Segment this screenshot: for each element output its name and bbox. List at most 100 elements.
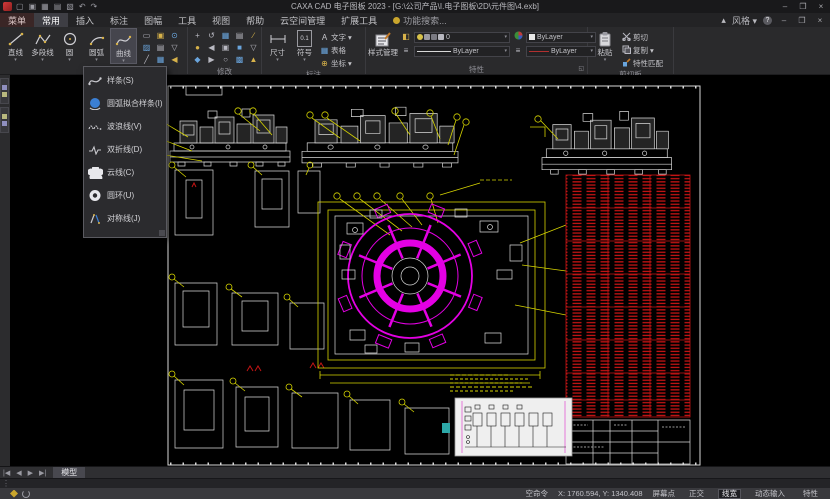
first-sheet-button[interactable]: |◀ xyxy=(0,469,13,477)
paint-format-icon[interactable]: ◧ xyxy=(401,31,411,43)
command-line-grip[interactable]: ⋮ xyxy=(0,479,9,488)
command-line[interactable]: ⋮ xyxy=(0,478,830,488)
array-icon[interactable]: ▦ xyxy=(219,30,232,42)
properties-launcher-icon[interactable]: ◱ xyxy=(578,65,584,72)
lineweight-toggle[interactable]: 线宽 xyxy=(718,489,741,499)
cut-button[interactable]: 剪切 xyxy=(620,31,665,43)
tab-ext-tools[interactable]: 扩展工具 xyxy=(333,13,385,27)
rotate-icon[interactable]: ↺ xyxy=(205,30,218,42)
tab-cloud[interactable]: 云空间管理 xyxy=(272,13,333,27)
last-sheet-button[interactable]: ▶| xyxy=(36,469,49,477)
tab-help[interactable]: 帮助 xyxy=(238,13,272,27)
match-properties-button[interactable]: 特性匹配 xyxy=(620,57,665,69)
text-tool[interactable]: A 文字▾ xyxy=(318,31,354,43)
tab-model[interactable]: 模型 xyxy=(53,467,85,478)
circle-tool[interactable]: 圆 ▾ xyxy=(56,28,83,62)
point-mode-dropdown[interactable]: 屏幕点 xyxy=(653,488,676,499)
table-tool[interactable]: ▦ 表格 xyxy=(318,44,354,56)
restore-button[interactable]: ❐ xyxy=(794,2,812,11)
menu-item-donut[interactable]: 圆环(U) xyxy=(84,184,166,207)
tab-tools[interactable]: 工具 xyxy=(170,13,204,27)
dynamic-input-toggle[interactable]: 动态输入 xyxy=(751,489,789,499)
menu-item-arc-fit-spline[interactable]: 圆弧拟合样条(I) xyxy=(84,92,166,115)
tab-view[interactable]: 视图 xyxy=(204,13,238,27)
snapshot-icon[interactable] xyxy=(10,490,18,498)
menu-resize-grip[interactable] xyxy=(159,230,165,236)
doc-close-button[interactable]: × xyxy=(814,16,826,25)
doc-restore-button[interactable]: ❐ xyxy=(796,16,808,25)
mirror-icon[interactable]: ▤ xyxy=(233,30,246,42)
scale-icon[interactable]: ▣ xyxy=(219,42,232,54)
tab-annotate[interactable]: 标注 xyxy=(102,13,136,27)
fill-icon[interactable]: ■ xyxy=(233,42,246,54)
print-icon[interactable]: ▤ xyxy=(54,2,62,11)
lineweight-combo[interactable]: ByLayer ▾ xyxy=(526,46,596,57)
break-icon[interactable]: ○ xyxy=(219,54,232,66)
block-icon[interactable]: ▣ xyxy=(154,30,167,42)
properties-toggle[interactable]: 特性 xyxy=(799,489,822,499)
menu-item-wave-line[interactable]: 波浪线(V) xyxy=(84,115,166,138)
line-tool[interactable]: 直线 ▾ xyxy=(2,28,29,62)
linetype-combo[interactable]: ByLayer ▾ xyxy=(414,46,510,57)
callout-icon[interactable]: ◀ xyxy=(168,54,181,66)
polygon-icon[interactable]: ▽ xyxy=(168,42,181,54)
ortho-toggle[interactable]: 正交 xyxy=(685,489,708,499)
menu-item-cloud-line[interactable]: 云线(C) xyxy=(84,161,166,184)
minimize-button[interactable]: – xyxy=(776,2,794,11)
offset-icon[interactable]: ● xyxy=(191,42,204,54)
undo-icon[interactable]: ↶ xyxy=(79,2,86,11)
point-icon[interactable]: ⊙ xyxy=(168,30,181,42)
erase-icon[interactable]: ▲ xyxy=(247,54,260,66)
move-icon[interactable]: + xyxy=(191,30,204,42)
linetype-icon: ≡ xyxy=(401,45,411,57)
refresh-icon[interactable] xyxy=(22,490,30,498)
trim-icon[interactable]: ▽ xyxy=(247,42,260,54)
menu-item-zigzag-line[interactable]: 双折线(D) xyxy=(84,138,166,161)
style-dropdown[interactable]: 风格 ▾ xyxy=(732,14,757,27)
coordinate-tool[interactable]: ⊕ 坐标▾ xyxy=(318,57,354,69)
layer-combo[interactable]: 0 ▾ xyxy=(414,32,510,43)
curve-tool[interactable]: 曲线 ▾ xyxy=(110,28,137,64)
symmetry-line-icon xyxy=(87,211,103,226)
new-icon[interactable]: ▢ xyxy=(16,2,24,11)
rectangle-icon[interactable]: ▭ xyxy=(140,30,153,42)
tab-common[interactable]: 常用 xyxy=(34,13,68,27)
ribbon-collapse-icon[interactable]: ▴ xyxy=(721,15,726,26)
open-icon[interactable]: ▣ xyxy=(29,2,37,11)
properties-panel-tab[interactable] xyxy=(0,107,9,133)
tab-sheet[interactable]: 图幅 xyxy=(136,13,170,27)
paste-button[interactable]: 粘贴 ▾ xyxy=(590,28,620,62)
function-search[interactable]: 功能搜索... xyxy=(385,13,447,27)
save-icon[interactable]: ▦ xyxy=(41,2,49,11)
doc-minimize-button[interactable]: – xyxy=(778,16,790,25)
hatch-icon[interactable]: ▨ xyxy=(140,42,153,54)
close-button[interactable]: × xyxy=(812,2,830,11)
prev-sheet-button[interactable]: ◀ xyxy=(13,469,24,477)
color-palette-icon[interactable] xyxy=(513,31,523,43)
color-combo[interactable]: ByLayer ▾ xyxy=(526,32,596,43)
extend-icon[interactable]: ▶ xyxy=(205,54,218,66)
symbol-tool[interactable]: 0.1 符号 ▾ xyxy=(291,28,318,62)
preview-icon[interactable]: ▧ xyxy=(66,2,74,11)
arc-tool[interactable]: 圆弧 ▾ xyxy=(83,28,110,62)
polyline-tool[interactable]: 多段线 ▾ xyxy=(29,28,56,62)
redo-icon[interactable]: ↷ xyxy=(91,2,98,11)
copy-button[interactable]: 复制▾ xyxy=(620,44,665,56)
explode-icon[interactable]: ▩ xyxy=(233,54,246,66)
tab-insert[interactable]: 插入 xyxy=(68,13,102,27)
style-manager-button[interactable]: 样式管理 xyxy=(368,28,398,58)
tab-menu[interactable]: 菜单 xyxy=(0,13,34,27)
edit-icon[interactable]: ∕ xyxy=(247,30,260,42)
next-sheet-button[interactable]: ▶ xyxy=(25,469,36,477)
app-icon[interactable] xyxy=(3,2,12,11)
menu-item-spline[interactable]: 样条(S) xyxy=(84,69,166,92)
library-panel-tab[interactable] xyxy=(0,78,9,104)
construction-line-icon[interactable]: ╱ xyxy=(140,54,153,66)
image-icon[interactable]: ▤ xyxy=(154,42,167,54)
chamfer-icon[interactable]: ◆ xyxy=(191,54,204,66)
dimension-tool[interactable]: 尺寸 ▾ xyxy=(264,28,291,62)
help-icon[interactable]: ? xyxy=(763,16,772,25)
region-icon[interactable]: ▦ xyxy=(154,54,167,66)
stretch-icon[interactable]: ◀ xyxy=(205,42,218,54)
menu-item-symmetry-line[interactable]: 对称线(J) xyxy=(84,207,166,230)
